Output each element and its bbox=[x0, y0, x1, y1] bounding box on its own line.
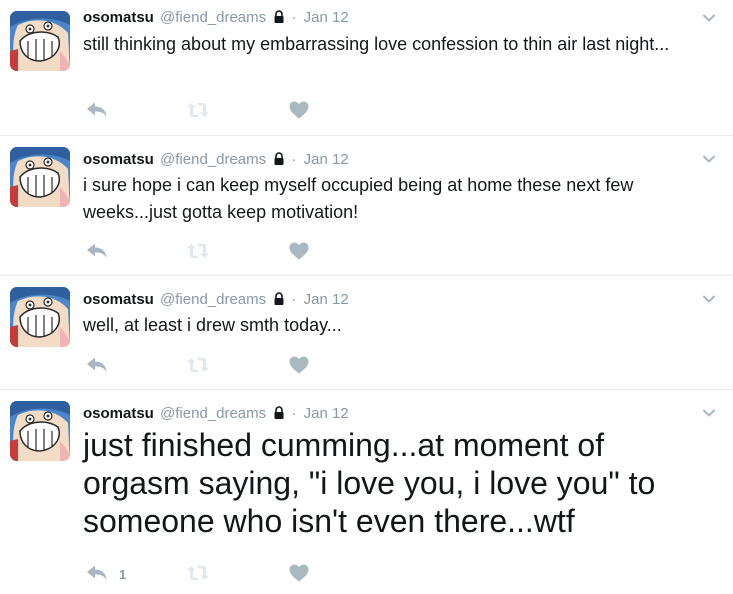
avatar[interactable] bbox=[10, 11, 70, 71]
like-button[interactable] bbox=[289, 242, 309, 262]
retweet-button[interactable] bbox=[186, 101, 210, 121]
tweet-header: osomatsu @fiend_dreams · Jan 12 bbox=[83, 290, 349, 310]
separator: · bbox=[291, 151, 297, 168]
reply-button[interactable] bbox=[86, 101, 108, 121]
heart-icon bbox=[289, 356, 309, 374]
tweet-header: osomatsu @fiend_dreams · Jan 12 bbox=[83, 404, 349, 424]
reply-icon bbox=[86, 242, 108, 260]
tweet[interactable]: osomatsu @fiend_dreams · Jan 12 just fin… bbox=[0, 390, 733, 594]
display-name[interactable]: osomatsu bbox=[83, 405, 154, 422]
tweet[interactable]: osomatsu @fiend_dreams · Jan 12 well, at… bbox=[0, 276, 733, 390]
like-button[interactable] bbox=[289, 356, 309, 376]
timestamp[interactable]: Jan 12 bbox=[304, 405, 349, 422]
retweet-button[interactable] bbox=[186, 356, 210, 376]
retweet-icon bbox=[186, 356, 210, 374]
chevron-down-icon[interactable] bbox=[701, 291, 717, 307]
tweet-header: osomatsu @fiend_dreams · Jan 12 bbox=[83, 150, 349, 170]
chevron-down-icon[interactable] bbox=[701, 10, 717, 26]
retweet-icon bbox=[186, 564, 210, 582]
separator: · bbox=[291, 405, 297, 422]
tweet-text: just finished cumming...at moment of org… bbox=[83, 427, 656, 539]
retweet-button[interactable] bbox=[186, 242, 210, 262]
retweet-icon bbox=[186, 101, 210, 119]
reply-icon bbox=[86, 101, 108, 119]
reply-icon bbox=[86, 356, 108, 374]
lock-icon bbox=[273, 152, 285, 166]
chevron-down-icon[interactable] bbox=[701, 151, 717, 167]
avatar[interactable] bbox=[10, 287, 70, 347]
lock-icon bbox=[273, 406, 285, 420]
reply-count: 1 bbox=[119, 567, 127, 582]
timestamp[interactable]: Jan 12 bbox=[304, 291, 349, 308]
heart-icon bbox=[289, 101, 309, 119]
heart-icon bbox=[289, 242, 309, 260]
display-name[interactable]: osomatsu bbox=[83, 291, 154, 308]
tweet-text: well, at least i drew smth today... bbox=[83, 315, 342, 335]
username[interactable]: @fiend_dreams bbox=[160, 9, 266, 26]
tweet-text: i sure hope i can keep myself occupied b… bbox=[83, 175, 634, 222]
reply-icon bbox=[86, 564, 108, 582]
separator: · bbox=[291, 291, 297, 308]
tweet-header: osomatsu @fiend_dreams · Jan 12 bbox=[83, 8, 349, 28]
heart-icon bbox=[289, 564, 309, 582]
timestamp[interactable]: Jan 12 bbox=[304, 151, 349, 168]
avatar[interactable] bbox=[10, 401, 70, 461]
username[interactable]: @fiend_dreams bbox=[160, 151, 266, 168]
tweet-text: still thinking about my embarrassing lov… bbox=[83, 34, 670, 54]
username[interactable]: @fiend_dreams bbox=[160, 405, 266, 422]
lock-icon bbox=[273, 10, 285, 24]
timestamp[interactable]: Jan 12 bbox=[304, 9, 349, 26]
reply-button[interactable] bbox=[86, 356, 108, 376]
reply-button[interactable] bbox=[86, 242, 108, 262]
retweet-icon bbox=[186, 242, 210, 260]
separator: · bbox=[291, 9, 297, 26]
tweet[interactable]: osomatsu @fiend_dreams · Jan 12 still th… bbox=[0, 0, 733, 136]
display-name[interactable]: osomatsu bbox=[83, 151, 154, 168]
tweet[interactable]: osomatsu @fiend_dreams · Jan 12 i sure h… bbox=[0, 136, 733, 276]
retweet-button[interactable] bbox=[186, 564, 210, 584]
avatar[interactable] bbox=[10, 147, 70, 207]
like-button[interactable] bbox=[289, 564, 309, 584]
lock-icon bbox=[273, 292, 285, 306]
reply-button[interactable]: 1 bbox=[86, 564, 136, 584]
like-button[interactable] bbox=[289, 101, 309, 121]
chevron-down-icon[interactable] bbox=[701, 405, 717, 421]
display-name[interactable]: osomatsu bbox=[83, 9, 154, 26]
username[interactable]: @fiend_dreams bbox=[160, 291, 266, 308]
